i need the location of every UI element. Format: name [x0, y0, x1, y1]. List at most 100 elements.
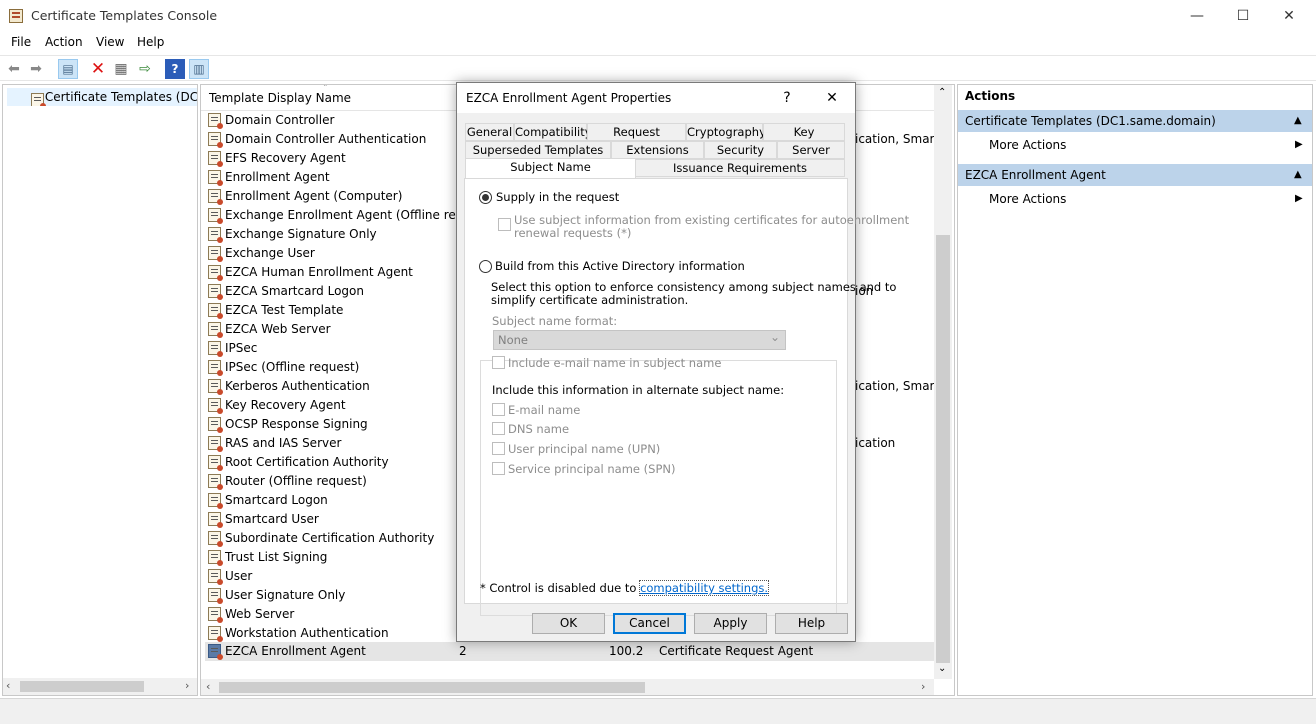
menu-help[interactable]: Help [137, 35, 164, 49]
subject-name-format-select[interactable]: None [493, 328, 786, 350]
show-hide-tree-icon[interactable]: ▤ [58, 59, 78, 79]
tab-subject-name[interactable]: Subject Name [465, 158, 636, 178]
column-header-display-name[interactable]: Template Display Name [209, 91, 351, 105]
alt-spn-label: Service principal name (SPN) [508, 462, 676, 476]
template-name: RAS and IAS Server [225, 436, 342, 450]
submenu-arrow-icon: ▶ [1295, 139, 1303, 150]
cancel-button[interactable]: Cancel [613, 613, 686, 634]
maximize-button[interactable]: ☐ [1220, 0, 1266, 32]
scrollbar-thumb[interactable] [219, 682, 645, 693]
tab-cryptography[interactable]: Cryptography [686, 123, 766, 141]
list-vertical-scrollbar[interactable]: ⌃ ⌄ [934, 85, 952, 679]
dialog-help-button[interactable]: ? [772, 88, 802, 108]
template-name: User Signature Only [225, 588, 346, 602]
certificate-template-icon [208, 265, 223, 281]
list-horizontal-scrollbar[interactable]: ‹ › [201, 679, 934, 695]
properties-icon[interactable]: ▦ [111, 59, 131, 79]
subject-name-tab-page: Supply in the request Use subject inform… [464, 178, 909, 616]
template-name: Subordinate Certification Authority [225, 531, 435, 545]
certificate-template-icon [208, 284, 223, 300]
table-row-selected[interactable]: EZCA Enrollment Agent 2 100.2 Certificat… [205, 642, 935, 661]
tab-request-handling[interactable]: Request Handling [587, 123, 686, 155]
collapse-up-icon[interactable]: ▲ [1294, 110, 1302, 132]
tree-item-label: Certificate Templates (DC1.same.domain) [44, 90, 197, 104]
tree-horizontal-scrollbar[interactable]: ‹ › [3, 678, 197, 695]
properties-dialog: EZCA Enrollment Agent Properties ? ✕ Gen… [456, 82, 909, 642]
scroll-right-icon[interactable]: › [185, 679, 189, 692]
alt-spn-checkbox[interactable] [492, 462, 505, 475]
menu-action[interactable]: Action [45, 35, 83, 49]
supply-in-request-radio[interactable] [479, 191, 492, 204]
ok-button[interactable]: OK [532, 613, 605, 634]
alt-email-checkbox[interactable] [492, 403, 505, 416]
dialog-title-bar: EZCA Enrollment Agent Properties ? ✕ [457, 83, 855, 113]
close-button[interactable]: ✕ [1266, 0, 1312, 32]
template-name: Trust List Signing [225, 550, 328, 564]
tab-compatibility[interactable]: Compatibility [514, 123, 592, 141]
certificate-template-icon [208, 493, 223, 509]
certificate-template-icon [208, 512, 223, 528]
tab-security[interactable]: Security [704, 141, 777, 159]
use-subject-info-checkbox[interactable] [498, 218, 511, 231]
alt-upn-label: User principal name (UPN) [508, 442, 661, 456]
certificate-template-icon [208, 113, 223, 129]
delete-icon[interactable]: ✕ [88, 59, 108, 79]
certificate-template-icon [208, 607, 223, 623]
more-actions-item[interactable]: More Actions ▶ [989, 138, 1303, 152]
more-actions-item[interactable]: More Actions ▶ [989, 192, 1303, 206]
export-list-icon[interactable]: ⇨ [135, 59, 155, 79]
tab-extensions[interactable]: Extensions [611, 141, 704, 159]
apply-button[interactable]: Apply [694, 613, 767, 634]
alt-dns-checkbox[interactable] [492, 422, 505, 435]
scroll-down-icon[interactable]: ⌄ [938, 663, 946, 674]
template-name: Exchange User [225, 246, 315, 260]
collapse-up-icon[interactable]: ▲ [1294, 164, 1302, 186]
scrollbar-thumb[interactable] [20, 681, 144, 692]
cell-version: 100.2 [609, 644, 644, 658]
certificate-template-icon [208, 322, 223, 338]
certificate-template-icon [208, 379, 223, 395]
certificate-template-icon [208, 455, 223, 471]
tab-issuance-requirements[interactable]: Issuance Requirements [635, 159, 845, 177]
alt-upn-checkbox[interactable] [492, 442, 505, 455]
dialog-close-button[interactable]: ✕ [817, 88, 847, 108]
certificate-template-icon [208, 436, 223, 452]
actions-section-certificate-templates[interactable]: Certificate Templates (DC1.same.domain) … [958, 110, 1312, 132]
tab-superseded-templates[interactable]: Superseded Templates [465, 141, 611, 159]
minimize-button[interactable]: — [1174, 0, 1220, 32]
cell-schema: 2 [459, 644, 467, 658]
menu-view[interactable]: View [96, 35, 124, 49]
certificate-template-icon [208, 398, 223, 414]
include-email-checkbox[interactable] [492, 356, 505, 369]
certificate-template-icon [208, 474, 223, 490]
help-button[interactable]: Help [775, 613, 848, 634]
scroll-left-icon[interactable]: ‹ [206, 680, 210, 693]
tab-server[interactable]: Server [777, 141, 845, 159]
cell-intended-purpose-partial: ication [855, 436, 896, 450]
show-hide-action-pane-icon[interactable]: ▥ [189, 59, 209, 79]
forward-icon[interactable]: ➡ [26, 59, 46, 79]
tab-key-attestation[interactable]: Key Attestation [763, 123, 845, 155]
back-icon[interactable]: ⬅ [4, 59, 24, 79]
template-name: Workstation Authentication [225, 626, 389, 640]
scroll-left-icon[interactable]: ‹ [6, 679, 10, 692]
scroll-up-icon[interactable]: ⌃ [938, 87, 946, 98]
tree-item-certificate-templates[interactable]: Certificate Templates (DC1.same.domain) [7, 88, 197, 106]
certificate-app-icon [9, 9, 23, 23]
certificate-template-icon [208, 360, 223, 376]
console-tree: Certificate Templates (DC1.same.domain) … [2, 84, 198, 696]
certificate-template-icon [31, 92, 46, 106]
cell-intended-purpose-partial: ication, Smart C [855, 379, 935, 393]
actions-section-ezca-enrollment-agent[interactable]: EZCA Enrollment Agent ▲ [958, 164, 1312, 186]
template-name: EZCA Web Server [225, 322, 331, 336]
menu-file[interactable]: File [11, 35, 31, 49]
build-from-ad-radio[interactable] [479, 260, 492, 273]
scroll-right-icon[interactable]: › [921, 680, 925, 693]
compatibility-settings-link[interactable]: compatibility settings. [639, 580, 770, 596]
scrollbar-thumb[interactable] [936, 235, 950, 663]
tab-general[interactable]: General [465, 123, 514, 141]
actions-section-title: EZCA Enrollment Agent [965, 168, 1106, 182]
help-icon[interactable]: ? [165, 59, 185, 79]
certificate-template-icon [208, 626, 223, 642]
template-name: Web Server [225, 607, 295, 621]
